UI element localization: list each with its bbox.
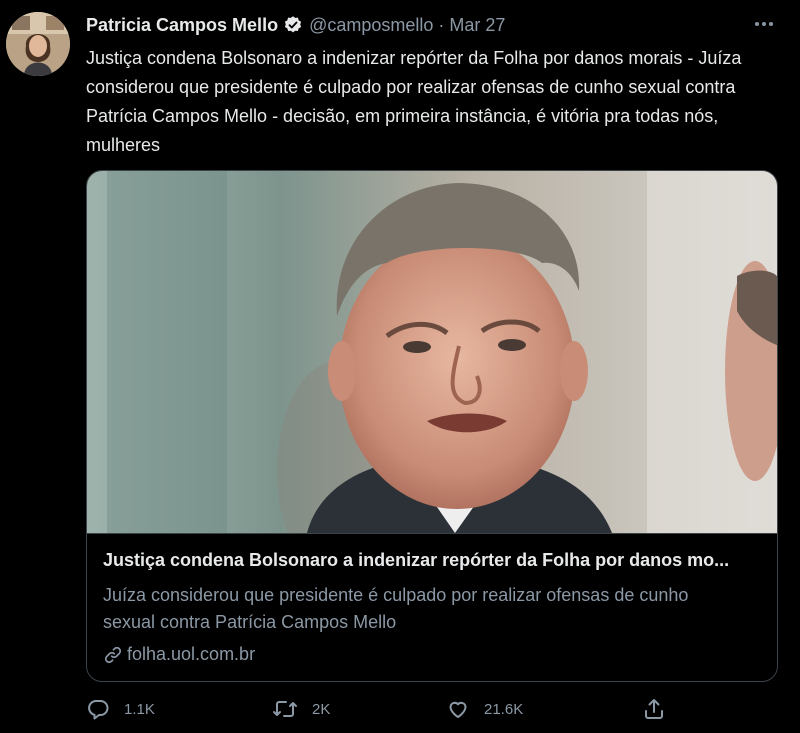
tweet-text: Justiça condena Bolsonaro a indenizar re… [86,48,742,155]
card-news-photo-icon [87,171,777,533]
header-separator: · [438,14,445,35]
like-count: 21.6K [484,700,524,718]
link-preview-card[interactable]: Justiça condena Bolsonaro a indenizar re… [86,170,778,682]
author-handle[interactable]: @camposmello [309,15,433,36]
reply-icon [88,700,109,720]
share-button[interactable] [642,697,680,721]
verified-badge-icon [283,15,303,35]
share-icon [645,699,663,719]
like-button[interactable]: 21.6K [446,697,523,721]
card-body: Justiça condena Bolsonaro a indenizar re… [87,533,777,681]
tweet[interactable]: Patricia Campos Mello @camposmello · Mar… [0,0,800,733]
reply-button[interactable]: 1.1K [86,697,155,721]
tweet-timestamp[interactable]: Mar 27 [449,15,505,36]
author-avatar[interactable] [6,12,70,76]
tweet-actions: 1.1K 2K 21.6K [86,697,686,729]
retweet-icon [273,701,297,717]
card-domain-text: folha.uol.com.br [127,644,256,664]
card-title: Justiça condena Bolsonaro a indenizar re… [103,550,730,570]
more-options-icon[interactable] [752,12,776,36]
card-domain: folha.uol.com.br [103,644,255,665]
retweet-count: 2K [312,700,331,718]
tweet-header: Patricia Campos Mello @camposmello · Mar… [86,11,505,39]
author-name[interactable]: Patricia Campos Mello [86,15,278,36]
heart-icon [449,701,467,718]
link-icon [104,646,122,663]
retweet-button[interactable]: 2K [272,697,330,721]
reply-count: 1.1K [124,700,155,718]
card-description: Juíza considerou que presidente é culpad… [103,585,689,632]
avatar-photo-icon [6,12,70,76]
